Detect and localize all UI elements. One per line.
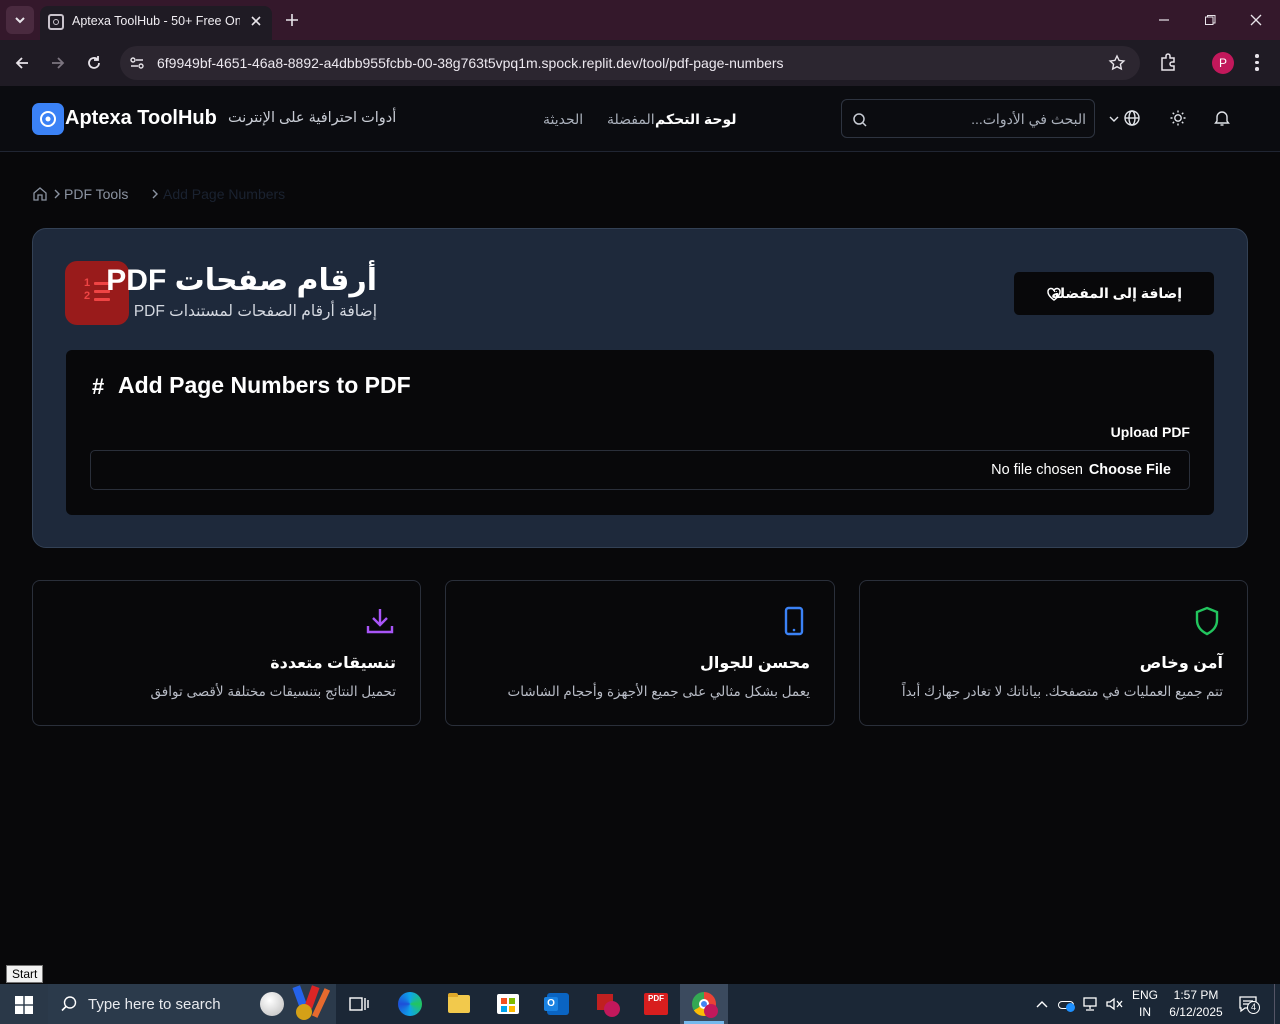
action-center-icon[interactable]: 4 — [1238, 995, 1260, 1014]
home-icon[interactable] — [32, 186, 48, 202]
onedrive-cloud-icon[interactable] — [1058, 997, 1076, 1012]
file-status-text: No file chosen — [991, 462, 1083, 478]
feature-title: تنسيقات متعددة — [270, 655, 396, 672]
browser-tab-bar: Aptexa ToolHub - 50+ Free Onl — [0, 0, 1280, 40]
taskbar: Type here to search O PDF ENG IN 1:57 PM… — [0, 984, 1280, 1024]
chevron-down-icon — [1109, 116, 1119, 122]
system-clock[interactable]: 1:57 PM 6/12/2025 — [1166, 987, 1226, 1021]
feature-card-formats: تنسيقات متعددة تحميل النتائج بتنسيقات مخ… — [32, 580, 421, 726]
feature-description: يعمل بشكل مثالي على جميع الأجهزة وأحجام … — [507, 684, 811, 699]
microsoft-store-icon[interactable] — [484, 984, 532, 1024]
tool-title: أرقام صفحات PDF — [106, 264, 377, 297]
shield-icon — [1195, 606, 1219, 636]
url-text: 6f9949bf-4651-46a8-8892-a4dbb955fcbb-00-… — [157, 55, 784, 71]
feature-title: آمن وخاص — [1139, 655, 1223, 672]
volume-muted-icon[interactable] — [1105, 996, 1123, 1012]
choose-file-button[interactable]: Choose File — [1089, 462, 1171, 478]
pdf-app-icon[interactable]: PDF — [631, 984, 679, 1024]
theme-toggle-sun-icon[interactable] — [1169, 109, 1187, 127]
breadcrumb: PDF Tools Add Page Numbers — [32, 185, 432, 205]
task-view-icon[interactable] — [349, 995, 369, 1013]
browser-tab-active[interactable]: Aptexa ToolHub - 50+ Free Onl — [40, 6, 272, 40]
app-header: Aptexa ToolHub أدوات احترافية على الإنتر… — [0, 86, 1280, 152]
taskbar-search-box[interactable]: Type here to search — [48, 984, 336, 1024]
edge-browser-icon[interactable] — [386, 984, 434, 1024]
nav-favorites[interactable]: المفضلة — [607, 111, 655, 128]
show-desktop-button[interactable] — [1274, 984, 1280, 1024]
search-box[interactable] — [841, 99, 1095, 138]
browser-toolbar: 6f9949bf-4651-46a8-8892-a4dbb955fcbb-00-… — [0, 40, 1280, 86]
tab-list-button[interactable] — [6, 6, 34, 34]
mobile-icon — [784, 606, 804, 636]
window-close-icon[interactable] — [1248, 12, 1264, 28]
panel-hash-icon: # — [92, 374, 105, 399]
start-button[interactable] — [0, 984, 48, 1024]
forward-arrow-icon[interactable] — [48, 53, 68, 73]
search-highlight-golf-icon — [260, 992, 284, 1016]
start-tooltip: Start — [6, 965, 44, 983]
search-icon — [61, 996, 77, 1012]
app-profile-icon[interactable] — [582, 984, 630, 1024]
clock-date: 6/12/2025 — [1169, 1005, 1223, 1019]
breadcrumb-current: Add Page Numbers — [163, 186, 286, 202]
language-indicator[interactable]: ENG IN — [1128, 987, 1162, 1021]
network-icon[interactable] — [1082, 996, 1100, 1012]
chrome-taskbar-icon[interactable] — [680, 984, 728, 1024]
feature-description: تتم جميع العمليات في متصفحك. بياناتك لا … — [901, 684, 1223, 699]
show-hidden-icons-chevron-icon[interactable] — [1035, 998, 1049, 1010]
chevron-right-icon — [152, 189, 158, 199]
search-icon — [853, 113, 867, 127]
notifications-bell-icon[interactable] — [1213, 109, 1231, 127]
clock-time: 1:57 PM — [1173, 988, 1219, 1002]
tool-card: 1 2 أرقام صفحات PDF إضافة أرقام الصفحات … — [32, 228, 1248, 548]
file-input[interactable]: Choose File No file chosen — [90, 450, 1190, 490]
download-icon — [366, 609, 394, 634]
file-explorer-icon[interactable] — [435, 984, 483, 1024]
nav-recent[interactable]: الحديثة — [543, 111, 583, 128]
outlook-icon[interactable]: O — [533, 984, 581, 1024]
breadcrumb-section-link[interactable]: PDF Tools — [64, 186, 128, 202]
add-to-favorites-label: إضافة إلى المفضلة — [1051, 285, 1182, 301]
upload-label: Upload PDF — [1110, 424, 1190, 440]
profile-avatar[interactable]: P — [1212, 52, 1234, 74]
feature-title: محسن للجوال — [699, 655, 810, 672]
address-bar[interactable]: 6f9949bf-4651-46a8-8892-a4dbb955fcbb-00-… — [120, 46, 1140, 80]
tool-panel: # Add Page Numbers to PDF Upload PDF Cho… — [66, 350, 1214, 515]
window-restore-icon[interactable] — [1202, 12, 1218, 28]
bookmark-star-icon[interactable] — [1108, 54, 1126, 72]
globe-icon — [1124, 110, 1140, 126]
extensions-puzzle-icon[interactable] — [1158, 52, 1178, 72]
brand-logo-icon[interactable] — [32, 103, 64, 135]
window-minimize-icon[interactable] — [1156, 12, 1172, 28]
notification-count-badge: 4 — [1247, 1001, 1260, 1014]
language-switcher[interactable] — [1108, 108, 1144, 130]
tab-title: Aptexa ToolHub - 50+ Free Onl — [72, 14, 240, 28]
search-input[interactable] — [874, 108, 1086, 130]
feature-card-secure: آمن وخاص تتم جميع العمليات في متصفحك. بي… — [859, 580, 1248, 726]
feature-description: تحميل النتائج بتنسيقات مختلفة لأقصى تواف… — [150, 684, 396, 699]
browser-menu-icon[interactable] — [1255, 53, 1259, 73]
chevron-down-icon — [15, 17, 25, 24]
chevron-right-icon — [54, 189, 60, 199]
reload-icon[interactable] — [84, 53, 104, 73]
add-to-favorites-button[interactable]: إضافة إلى المفضلة — [1014, 272, 1214, 315]
nav-dashboard[interactable]: لوحة التحكم — [655, 111, 736, 128]
tab-close-icon[interactable] — [246, 11, 266, 31]
taskbar-search-placeholder: Type here to search — [88, 996, 221, 1013]
windows-logo-icon — [15, 996, 33, 1014]
new-tab-plus-icon[interactable] — [282, 10, 302, 30]
tool-subtitle: إضافة أرقام الصفحات لمستندات PDF — [133, 303, 377, 320]
back-arrow-icon[interactable] — [12, 53, 32, 73]
brand-name[interactable]: Aptexa ToolHub — [65, 107, 217, 130]
search-highlight-medal-icon — [288, 985, 332, 1022]
site-info-icon[interactable] — [128, 54, 146, 72]
tab-favicon-icon — [48, 14, 64, 30]
feature-card-mobile: محسن للجوال يعمل بشكل مثالي على جميع الأ… — [445, 580, 835, 726]
panel-title: Add Page Numbers to PDF — [118, 372, 411, 398]
brand-tagline: أدوات احترافية على الإنترنت — [228, 110, 397, 126]
